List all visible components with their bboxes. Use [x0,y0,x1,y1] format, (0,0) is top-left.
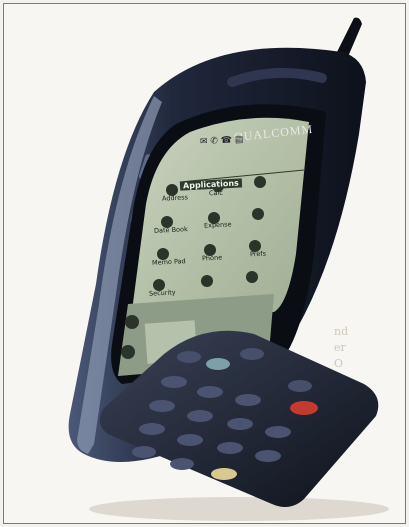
photo-frame: nd er O de do cu ch ho [3,3,406,524]
drop-shadow [89,497,389,521]
key [177,351,201,363]
app-label[interactable]: Calc [209,189,223,198]
app-icon [201,275,213,287]
key [139,423,165,435]
app-label[interactable]: Phone [202,253,223,262]
app-label[interactable]: Prefs [250,250,266,259]
app-label[interactable]: Address [162,193,188,202]
end-key [290,401,318,415]
key [265,426,291,438]
key [217,442,243,454]
key [227,418,253,430]
app-icon [252,208,264,220]
key [187,410,213,422]
app-icon [246,271,258,283]
key [288,380,312,392]
phone-illustration [68,17,389,521]
app-icon [254,176,266,188]
key [149,400,175,412]
key [206,358,230,370]
key [170,458,194,470]
key [255,450,281,462]
app-label[interactable]: Security [149,288,176,297]
silkscreen-button [121,345,135,359]
app-label[interactable]: Expense [204,220,232,229]
key [235,394,261,406]
key [240,348,264,360]
silkscreen-button [125,315,139,329]
send-key [211,468,237,480]
key [197,386,223,398]
key [161,376,187,388]
key [177,434,203,446]
key [132,446,156,458]
